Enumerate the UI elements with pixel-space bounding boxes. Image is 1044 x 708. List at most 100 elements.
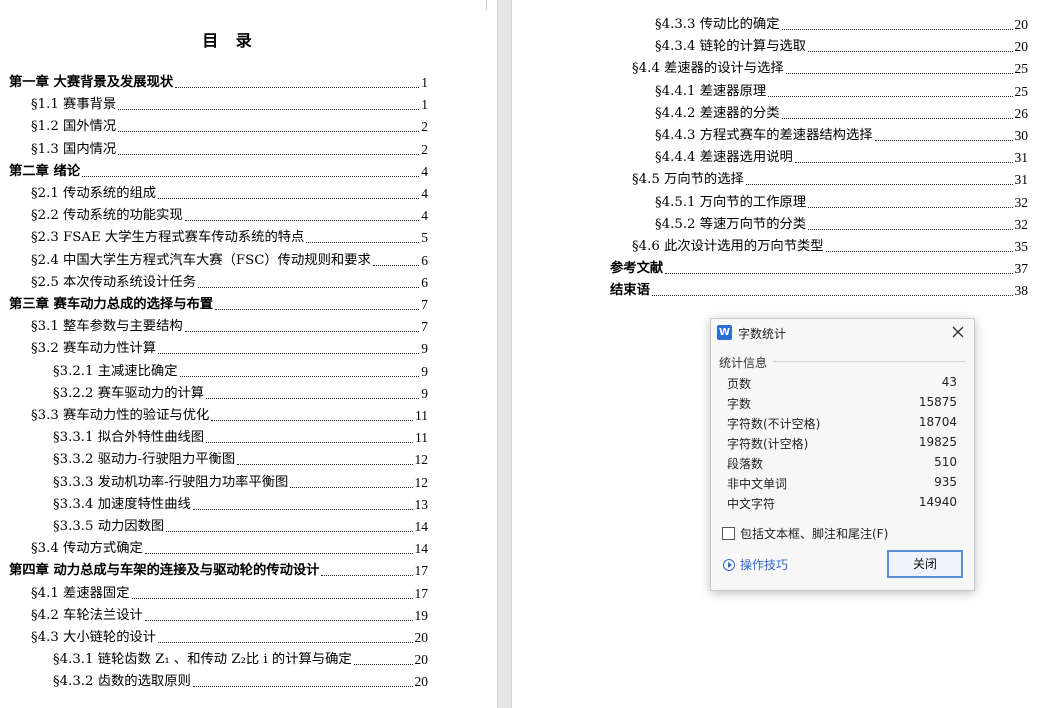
toc-entry[interactable]: §3.4 传动方式确定 14 bbox=[31, 535, 428, 557]
toc-leader-dots bbox=[874, 140, 1013, 141]
toc-leader-dots bbox=[206, 397, 420, 399]
toc-entry[interactable]: §1.3 国内情况 2 bbox=[31, 136, 428, 158]
toc-entry[interactable]: §3.3.1 拟合外特性曲线图 11 bbox=[53, 424, 428, 446]
toc-entry[interactable]: §3.2 赛车动力性计算 9 bbox=[31, 335, 428, 357]
toc-page-number: 6 bbox=[421, 252, 428, 268]
toc-entry[interactable]: 参考文献 37 bbox=[610, 255, 1028, 277]
toc-page-number: 20 bbox=[1014, 39, 1029, 55]
toc-entry[interactable]: §4.6 此次设计选用的万向节类型 35 bbox=[632, 233, 1028, 255]
toc-entry[interactable]: 结束语 38 bbox=[610, 277, 1028, 299]
toc-entry[interactable]: 第四章 动力总成与车架的连接及与驱动轮的传动设计 17 bbox=[9, 557, 428, 579]
toc-entry-text: §2.2 传动系统的功能实现 bbox=[31, 208, 183, 224]
toc-entry[interactable]: §4.3.3 传动比的确定 20 bbox=[655, 11, 1028, 33]
toc-entry[interactable]: §4.3.2 齿数的选取原则 20 bbox=[53, 668, 428, 690]
toc-entry[interactable]: §4.5.2 等速万向节的分类 32 bbox=[655, 211, 1028, 233]
toc-entry-text: §3.3 赛车动力性的验证与优化 bbox=[31, 408, 210, 423]
toc-entry[interactable]: §4.4 差速器的设计与选择 25 bbox=[632, 55, 1028, 77]
include-notes-checkbox[interactable]: 包括文本框、脚注和尾注(F) bbox=[722, 525, 888, 542]
toc-entry-text: 第一章 大赛背景及发展现状 bbox=[9, 75, 174, 90]
toc-entry[interactable]: 第二章 绪论 4 bbox=[9, 158, 428, 180]
toc-entry[interactable]: §3.3.2 驱动力-行驶阻力平衡图 12 bbox=[53, 446, 428, 468]
toc-page-number: 4 bbox=[421, 186, 428, 201]
toc-leader-dots bbox=[118, 131, 420, 133]
crop-mark bbox=[592, 0, 602, 10]
toc-title: 目 录 bbox=[202, 31, 258, 50]
toc-entry[interactable]: §3.3.5 动力因数图 14 bbox=[53, 513, 428, 535]
toc-entry[interactable]: §1.1 赛事背景 1 bbox=[31, 91, 428, 113]
toc-page-number: 9 bbox=[421, 385, 428, 401]
stat-row: 段落数 510 bbox=[727, 455, 957, 475]
close-icon[interactable] bbox=[950, 324, 966, 340]
toc-leader-dots bbox=[825, 251, 1013, 252]
toc-entry-text: §4.3.3 传动比的确定 bbox=[655, 17, 780, 32]
toc-entry-text: §3.2 赛车动力性计算 bbox=[31, 341, 157, 357]
stat-value: 935 bbox=[934, 475, 957, 489]
toc-leader-dots bbox=[118, 153, 420, 155]
toc-entry[interactable]: §3.2.2 赛车驱动力的计算 9 bbox=[53, 380, 428, 402]
stat-row: 字数 15875 bbox=[727, 395, 957, 415]
toc-entry[interactable]: §4.3 大小链轮的设计 20 bbox=[31, 624, 428, 646]
toc-entry[interactable]: 第一章 大赛背景及发展现状 1 bbox=[9, 69, 428, 91]
toc-entry-text: §4.3.2 齿数的选取原则 bbox=[53, 674, 191, 690]
toc-page-number: 19 bbox=[414, 607, 429, 623]
toc-page-number: 25 bbox=[1014, 83, 1029, 99]
toc-entry[interactable]: §4.3.4 链轮的计算与选取 20 bbox=[655, 33, 1028, 55]
stat-value: 18704 bbox=[918, 415, 957, 429]
checkbox-box[interactable] bbox=[722, 527, 735, 540]
toc-entry[interactable]: §4.4.3 方程式赛车的差速器结构选择 30 bbox=[655, 122, 1028, 144]
dialog-titlebar[interactable]: W 字数统计 bbox=[711, 319, 974, 347]
toc-page-number: 20 bbox=[414, 652, 429, 668]
toc-page-number: 11 bbox=[415, 408, 428, 423]
toc-entry[interactable]: §4.3.1 链轮齿数 Z₁ 、和传动 Z₂比 i 的计算与确定 20 bbox=[53, 646, 428, 668]
toc-entry-text: §4.3.1 链轮齿数 Z₁ 、和传动 Z₂比 i 的计算与确定 bbox=[53, 652, 352, 668]
toc-leader-dots bbox=[158, 642, 413, 643]
toc-entry[interactable]: 第三章 赛车动力总成的选择与布置 7 bbox=[9, 291, 428, 313]
toc-entry-text: §4.4.2 差速器的分类 bbox=[655, 105, 780, 121]
toc-entry-text: §3.2.2 赛车驱动力的计算 bbox=[53, 385, 205, 401]
stat-row: 页数 43 bbox=[727, 375, 957, 395]
toc-entry-text: §3.3.5 动力因数图 bbox=[53, 519, 165, 534]
toc-entry[interactable]: §4.4.4 差速器选用说明 31 bbox=[655, 144, 1028, 166]
toc-entry[interactable]: §2.3 FSAE 大学生方程式赛车传动系统的特点 5 bbox=[31, 224, 428, 246]
toc-entry-text: §4.5.2 等速万向节的分类 bbox=[655, 216, 807, 232]
page-gutter bbox=[497, 0, 512, 708]
close-button[interactable]: 关闭 bbox=[887, 550, 963, 578]
toc-entry[interactable]: §2.4 中国大学生方程式汽车大赛（FSC）传动规则和要求 6 bbox=[31, 247, 428, 269]
toc-entry[interactable]: §3.1 整车参数与主要结构 7 bbox=[31, 313, 428, 335]
toc-entry-text: §4.3 大小链轮的设计 bbox=[31, 630, 157, 645]
stat-value: 43 bbox=[941, 375, 957, 389]
toc-entry[interactable]: §4.1 差速器固定 17 bbox=[31, 580, 428, 602]
toc-leader-dots bbox=[665, 273, 1013, 275]
toc-entry-text: §1.2 国外情况 bbox=[31, 119, 117, 135]
toc-entry[interactable]: §2.1 传动系统的组成 4 bbox=[31, 180, 428, 202]
toc-entry-text: §3.3.2 驱动力-行驶阻力平衡图 bbox=[53, 452, 236, 468]
toc-entry[interactable]: §4.4.1 差速器原理 25 bbox=[655, 78, 1028, 100]
toc-entry[interactable]: §1.2 国外情况 2 bbox=[31, 113, 428, 135]
toc-page-number: 20 bbox=[414, 674, 429, 690]
toc-leader-dots bbox=[781, 117, 1013, 119]
dialog-title: 字数统计 bbox=[738, 327, 787, 341]
toc-entry[interactable]: §3.2.1 主减速比确定 9 bbox=[53, 358, 428, 380]
toc-entry[interactable]: §2.2 传动系统的功能实现 4 bbox=[31, 202, 428, 224]
toc-entry[interactable]: §3.3 赛车动力性的验证与优化 11 bbox=[31, 402, 428, 424]
toc-entry[interactable]: §4.2 车轮法兰设计 19 bbox=[31, 602, 428, 624]
stat-row: 字符数(不计空格) 18704 bbox=[727, 415, 957, 435]
toc-entry-text: 结束语 bbox=[610, 283, 650, 299]
toc-entry-text: §4.2 车轮法兰设计 bbox=[31, 607, 143, 623]
toc-page-number: 17 bbox=[414, 585, 429, 601]
toc-page-number: 35 bbox=[1014, 239, 1029, 254]
toc-leader-dots bbox=[118, 109, 420, 111]
toc-entry[interactable]: §3.3.4 加速度特性曲线 13 bbox=[53, 491, 428, 513]
toc-entry[interactable]: §4.4.2 差速器的分类 26 bbox=[655, 100, 1028, 122]
tips-link[interactable]: 操作技巧 bbox=[723, 556, 788, 573]
toc-entry-text: §4.4.4 差速器选用说明 bbox=[655, 150, 793, 166]
toc-entry[interactable]: §4.5.1 万向节的工作原理 32 bbox=[655, 189, 1028, 211]
toc-page-number: 9 bbox=[421, 341, 428, 357]
toc-leader-dots bbox=[781, 29, 1013, 30]
toc-entry-text: §4.5.1 万向节的工作原理 bbox=[655, 194, 807, 210]
toc-entry[interactable]: §4.5 万向节的选择 31 bbox=[632, 166, 1028, 188]
play-circle-icon bbox=[723, 558, 735, 571]
toc-entry[interactable]: §3.3.3 发动机功率-行驶阻力功率平衡图 12 bbox=[53, 469, 428, 491]
toc-entry-text: §4.3.4 链轮的计算与选取 bbox=[655, 39, 807, 55]
toc-entry[interactable]: §2.5 本次传动系统设计任务 6 bbox=[31, 269, 428, 291]
